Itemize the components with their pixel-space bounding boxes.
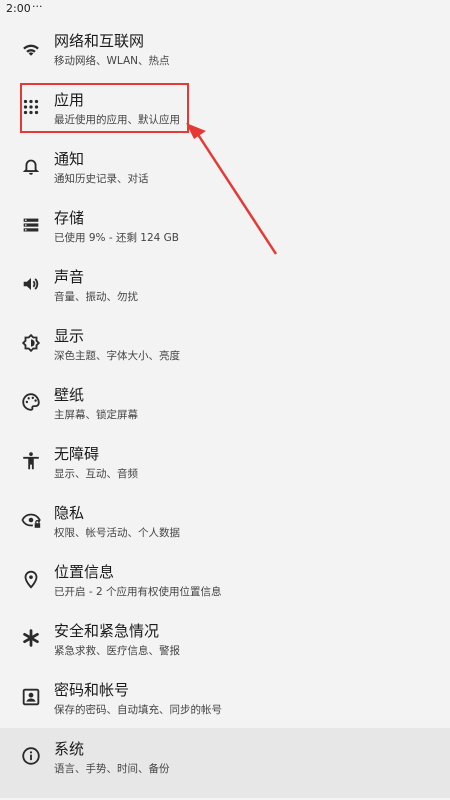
setting-privacy[interactable]: 隐私 权限、帐号活动、个人数据 [0,492,450,551]
wifi-icon [20,37,42,59]
privacy-eye-icon [20,509,42,531]
setting-title: 密码和帐号 [54,681,130,699]
setting-summary: 保存的密码、自动填充、同步的帐号 [54,704,222,716]
setting-title: 安全和紧急情况 [54,622,160,640]
setting-summary: 通知历史记录、对话 [54,173,149,185]
setting-wallpaper[interactable]: 壁纸 主屏幕、锁定屏幕 [0,374,450,433]
storage-icon [20,214,42,236]
location-pin-icon [20,568,42,590]
setting-title: 隐私 [54,504,85,522]
setting-passwords-accounts[interactable]: 密码和帐号 保存的密码、自动填充、同步的帐号 [0,669,450,728]
setting-summary: 移动网络、WLAN、热点 [54,55,170,67]
setting-summary: 深色主题、字体大小、亮度 [54,350,180,362]
account-box-icon [20,686,42,708]
volume-icon [20,273,42,295]
setting-summary: 权限、帐号活动、个人数据 [54,527,180,539]
highlight-box [20,83,189,133]
setting-title: 无障碍 [54,445,100,463]
setting-title: 网络和互联网 [54,32,145,50]
status-more-indicator: ··· [32,0,43,13]
setting-summary: 紧急求救、医疗信息、警报 [54,645,180,657]
setting-title: 存储 [54,209,85,227]
setting-summary: 已使用 9% - 还剩 124 GB [54,232,180,244]
settings-list: 网络和互联网 移动网络、WLAN、热点 应用 最近使用的应用、默认应用 通知 通… [0,20,450,798]
setting-title: 位置信息 [54,563,115,581]
accessibility-icon [20,450,42,472]
setting-title: 通知 [54,150,85,168]
setting-storage[interactable]: 存储 已使用 9% - 还剩 124 GB [0,197,450,256]
setting-system[interactable]: 系统 语言、手势、时间、备份 [0,728,450,798]
setting-title: 显示 [54,327,85,345]
setting-summary: 已开启 - 2 个应用有权使用位置信息 [54,586,222,598]
setting-accessibility[interactable]: 无障碍 显示、互动、音频 [0,433,450,492]
setting-notifications[interactable]: 通知 通知历史记录、对话 [0,138,450,197]
setting-safety-emergency[interactable]: 安全和紧急情况 紧急求救、医疗信息、警报 [0,610,450,669]
setting-summary: 主屏幕、锁定屏幕 [54,409,138,421]
status-bar: 2:00 ··· [0,0,450,20]
setting-display[interactable]: 显示 深色主题、字体大小、亮度 [0,315,450,374]
setting-title: 壁纸 [54,386,85,404]
setting-location[interactable]: 位置信息 已开启 - 2 个应用有权使用位置信息 [0,551,450,610]
setting-title: 系统 [54,740,85,758]
bell-icon [20,155,42,177]
setting-title: 声音 [54,268,85,286]
asterisk-icon [20,627,42,649]
setting-summary: 语言、手势、时间、备份 [54,763,170,775]
setting-sound[interactable]: 声音 音量、振动、勿扰 [0,256,450,315]
palette-icon [20,391,42,413]
brightness-icon [20,332,42,354]
info-icon [20,745,42,767]
setting-summary: 显示、互动、音频 [54,468,138,480]
setting-network[interactable]: 网络和互联网 移动网络、WLAN、热点 [0,20,450,79]
setting-summary: 音量、振动、勿扰 [54,291,138,303]
status-time: 2:00 [6,2,31,15]
